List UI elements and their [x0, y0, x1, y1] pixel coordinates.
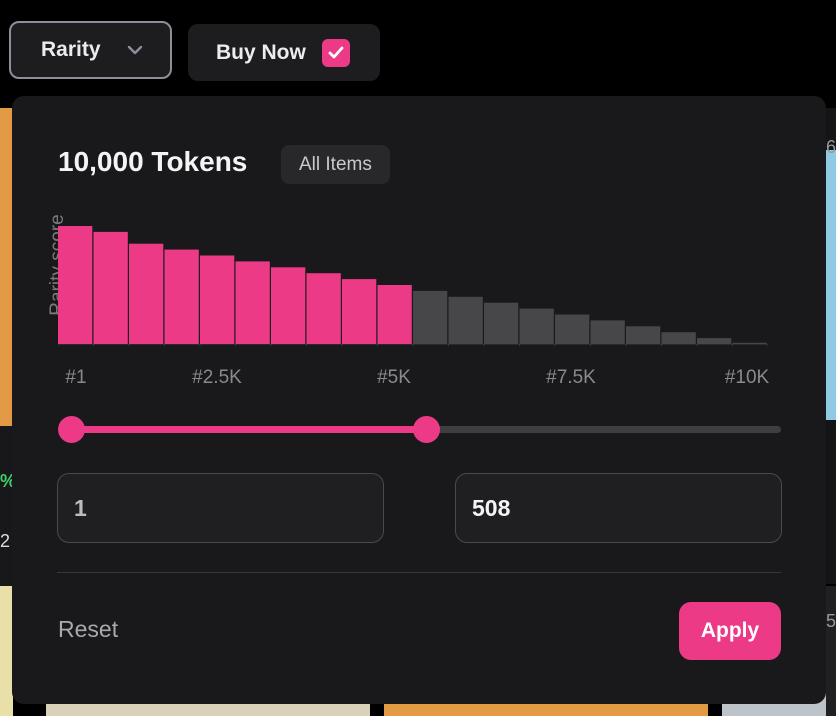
histogram-bar — [413, 290, 448, 344]
range-min-input[interactable]: 1 — [57, 473, 384, 543]
histogram-bar — [164, 249, 199, 344]
x-tick-label: #10K — [724, 367, 770, 388]
background-card-right-lower — [826, 586, 836, 716]
histogram-bar — [661, 332, 696, 344]
chevron-down-icon — [127, 41, 145, 59]
histogram-bar — [555, 314, 590, 344]
histogram-bar — [200, 255, 235, 344]
histogram-bar — [306, 273, 341, 344]
slider-max-handle[interactable] — [413, 416, 440, 443]
histogram-bar — [129, 243, 164, 344]
histogram-bar — [697, 338, 732, 344]
x-tick-label: #1 — [65, 367, 87, 388]
background-right-digit: 6 — [826, 137, 836, 157]
buy-now-label: Buy Now — [216, 40, 306, 64]
histogram-bar — [448, 296, 483, 344]
slider-selected-range — [71, 426, 426, 433]
x-tick-label: #7.5K — [546, 367, 596, 388]
histogram-bar — [342, 279, 377, 344]
buy-now-toggle[interactable]: Buy Now — [188, 24, 380, 81]
background-right-digit-lower: 5 — [826, 611, 836, 631]
x-tick-label: #2.5K — [192, 367, 242, 388]
histogram-bar — [93, 231, 128, 344]
rarity-filter-panel: 10,000 Tokens All Items Rarity score #1 … — [12, 96, 826, 704]
apply-button[interactable]: Apply — [679, 602, 781, 660]
range-max-input[interactable]: 508 — [455, 473, 782, 543]
rarity-histogram — [58, 226, 768, 346]
slider-min-handle[interactable] — [58, 416, 85, 443]
histogram-bar — [377, 285, 412, 344]
histogram-bar — [519, 308, 554, 344]
reset-button[interactable]: Reset — [58, 616, 118, 643]
histogram-bar — [484, 302, 519, 344]
rarity-range-slider[interactable] — [58, 416, 781, 443]
rarity-filter-button[interactable]: Rarity — [9, 21, 172, 79]
x-tick-label: #5K — [377, 367, 411, 388]
histogram-bar — [590, 320, 625, 344]
histogram-bar — [271, 267, 306, 344]
histogram-bar — [626, 326, 661, 344]
token-count-title: 10,000 Tokens — [58, 146, 248, 177]
histogram-bar — [235, 261, 270, 344]
histogram-bar — [58, 226, 93, 344]
background-card-right-image — [826, 150, 836, 420]
histogram-bar — [732, 342, 767, 344]
background-number-text: 32 — [0, 531, 11, 551]
all-items-button[interactable]: All Items — [281, 145, 390, 184]
buy-now-checkbox[interactable] — [322, 39, 350, 67]
divider — [57, 572, 781, 573]
rarity-filter-label: Rarity — [41, 38, 101, 61]
check-icon — [328, 46, 344, 59]
